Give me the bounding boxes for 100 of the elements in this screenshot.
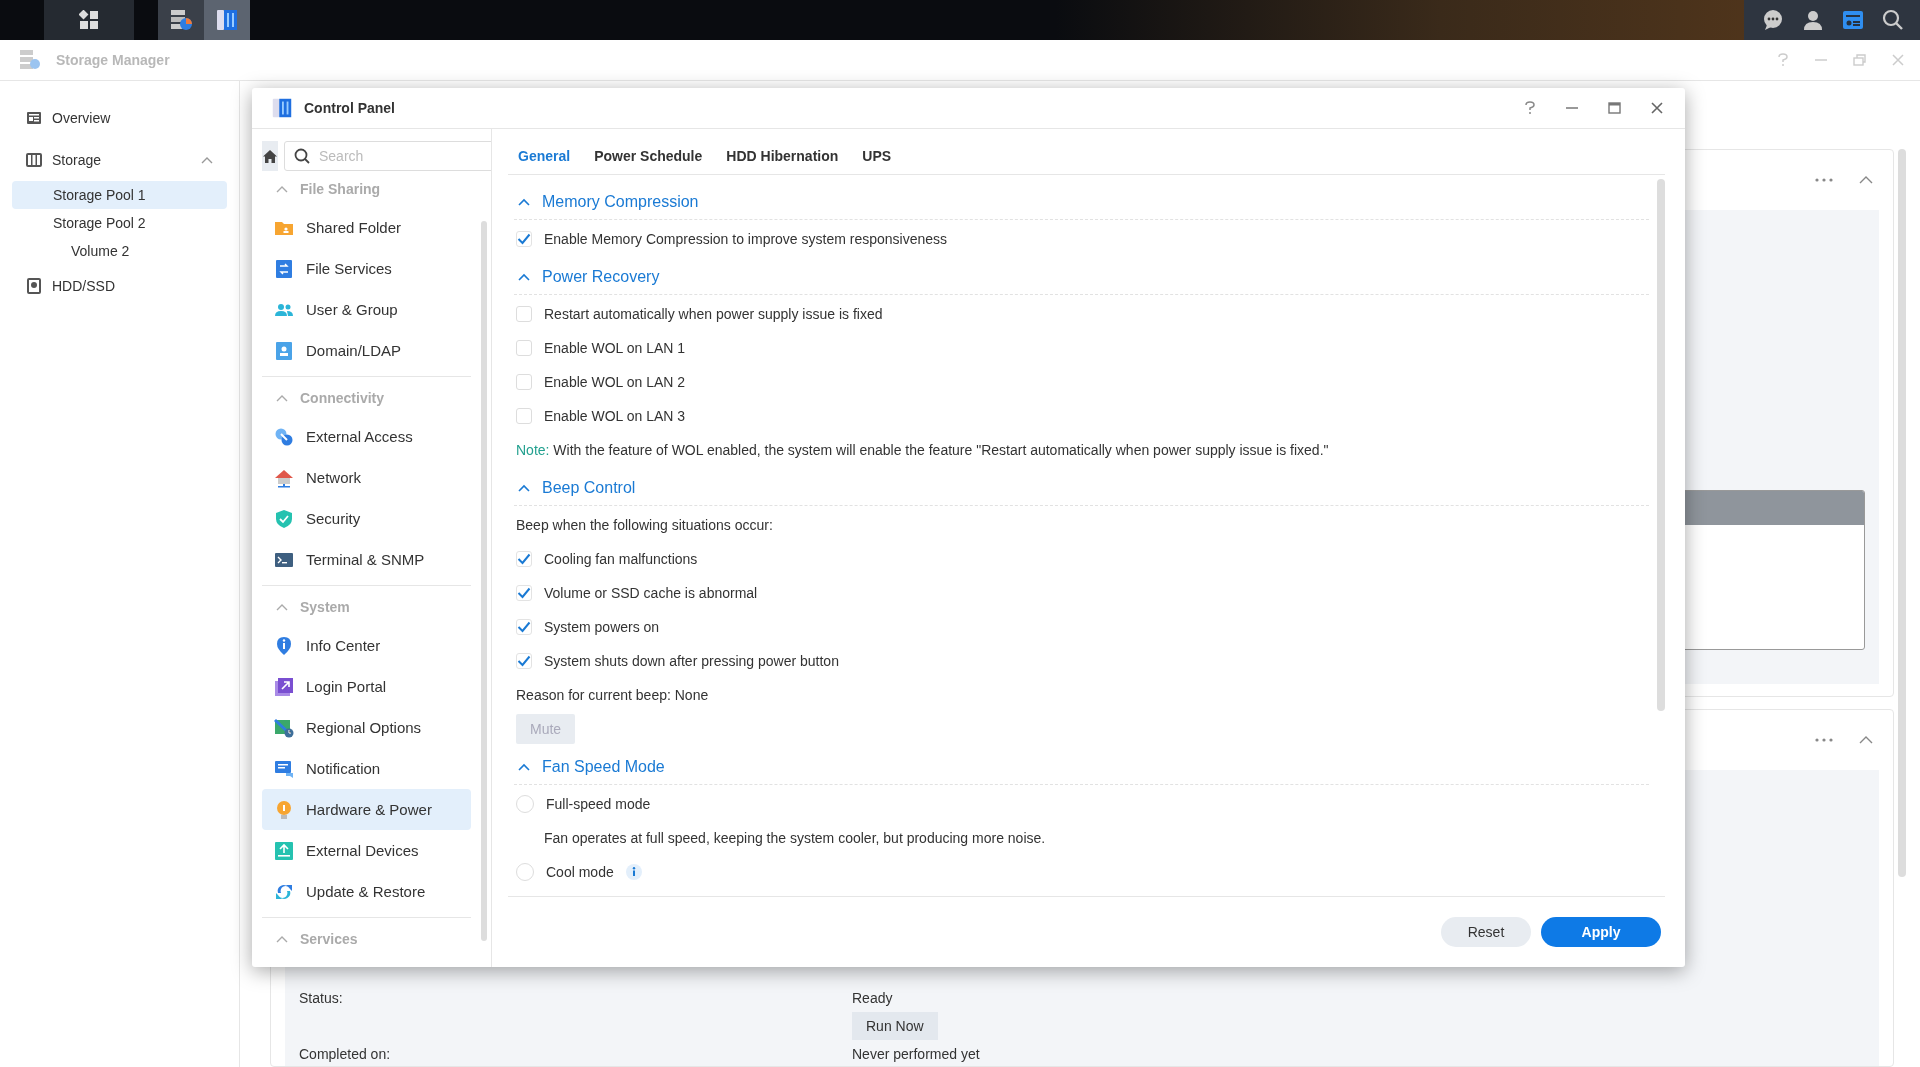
sidebar-item[interactable]: HDD/SSD: [12, 265, 227, 307]
user-icon[interactable]: [1802, 9, 1824, 31]
field-label: Completed on:: [299, 1046, 392, 1062]
nav-item[interactable]: User & Group: [262, 289, 471, 330]
overview-icon: [26, 110, 42, 126]
home-icon: [262, 148, 278, 164]
nav-item[interactable]: Login Portal: [262, 666, 471, 707]
chevron-icon[interactable]: [276, 394, 288, 402]
help-icon[interactable]: [1524, 101, 1536, 115]
tab[interactable]: Power Schedule: [594, 143, 703, 168]
home-button[interactable]: [262, 141, 278, 171]
widget-icon[interactable]: [1842, 9, 1864, 31]
tab[interactable]: HDD Hibernation: [726, 143, 839, 168]
field-value: Never performed yet: [852, 1046, 981, 1062]
checkbox-label[interactable]: Cooling fan malfunctions: [544, 551, 698, 567]
chevron-icon[interactable]: [276, 603, 288, 611]
checkbox-label[interactable]: System shuts down after pressing power button: [544, 653, 839, 669]
nav-item[interactable]: Notification: [262, 748, 471, 789]
checkbox-label[interactable]: System powers on: [544, 619, 660, 635]
window-title: Storage Manager: [56, 52, 170, 68]
checkbox-label[interactable]: Enable WOL on LAN 2: [544, 374, 686, 390]
checkbox-label[interactable]: Volume or SSD cache is abnormal: [544, 585, 758, 601]
more-icon[interactable]: [1815, 178, 1833, 182]
description-text: Reason for current beep: None: [515, 686, 710, 705]
section-heading[interactable]: Power Recovery: [542, 268, 660, 286]
storage-app-icon[interactable]: [158, 0, 204, 40]
collapse-icon[interactable]: [1859, 736, 1873, 744]
chat-icon[interactable]: [1762, 9, 1784, 31]
nav-item[interactable]: Domain/LDAP: [262, 330, 471, 371]
collapse-icon[interactable]: [1859, 176, 1873, 184]
search-icon[interactable]: [1882, 9, 1904, 31]
nav-item[interactable]: Terminal & SNMP: [262, 539, 471, 580]
sidebar-item[interactable]: Storage: [12, 139, 227, 181]
radio-label[interactable]: Full-speed mode: [546, 796, 651, 812]
checkbox-label[interactable]: Restart automatically when power supply issue is fixed: [544, 306, 883, 322]
radio-label[interactable]: Cool mode: [546, 864, 614, 880]
checkbox[interactable]: [516, 231, 532, 247]
checkbox[interactable]: [516, 653, 532, 669]
control-panel-app-icon[interactable]: [204, 0, 250, 40]
tab[interactable]: General: [518, 143, 571, 168]
nav-item[interactable]: Update & Restore: [262, 871, 471, 912]
chevron-icon[interactable]: [518, 484, 530, 492]
contact-card-icon: [274, 340, 294, 361]
maximize-icon[interactable]: [1608, 102, 1621, 114]
tab[interactable]: UPS: [862, 143, 892, 168]
checkbox-label[interactable]: Enable Memory Compression to improve system responsiveness: [544, 231, 948, 247]
run-now-button[interactable]: Run Now: [852, 1012, 938, 1040]
chevron-icon[interactable]: [518, 763, 530, 771]
more-icon[interactable]: [1815, 738, 1833, 742]
scrollbar[interactable]: [1898, 149, 1906, 877]
sidebar-item[interactable]: Volume 2: [12, 237, 227, 265]
sidebar-item[interactable]: Storage Pool 2: [12, 209, 227, 237]
main-menu-icon[interactable]: [44, 0, 134, 40]
scrollbar[interactable]: [1657, 179, 1665, 711]
nav-item[interactable]: External Access: [262, 416, 471, 457]
chevron-icon[interactable]: [518, 273, 530, 281]
nav-item[interactable]: Network: [262, 457, 471, 498]
info-icon: [274, 635, 294, 656]
chevron-icon[interactable]: [518, 198, 530, 206]
lightbulb-icon: [274, 799, 294, 820]
nav-item[interactable]: Hardware & Power: [262, 789, 471, 830]
map-clock-icon: [274, 717, 294, 738]
checkbox[interactable]: [516, 619, 532, 635]
storage-manager-icon: [18, 48, 42, 72]
transfer-icon: [274, 258, 294, 279]
nav-item[interactable]: Shared Folder: [262, 207, 471, 248]
checkbox[interactable]: [516, 306, 532, 322]
checkbox[interactable]: [516, 340, 532, 356]
chevron-icon[interactable]: [276, 185, 288, 193]
checkbox-label[interactable]: Enable WOL on LAN 3: [544, 408, 686, 424]
portal-icon: [274, 676, 294, 697]
sidebar-item[interactable]: Overview: [12, 97, 227, 139]
close-icon[interactable]: [1651, 102, 1663, 114]
reset-button[interactable]: Reset: [1441, 917, 1531, 947]
chevron-icon[interactable]: [276, 935, 288, 943]
nav-item[interactable]: Info Center: [262, 625, 471, 666]
upload-icon: [274, 840, 294, 861]
apply-button[interactable]: Apply: [1541, 917, 1661, 947]
house-icon: [274, 467, 294, 488]
sidebar-item[interactable]: Storage Pool 1: [12, 181, 227, 209]
chevron-icon[interactable]: [201, 156, 213, 164]
section-heading[interactable]: Beep Control: [542, 479, 636, 497]
info-icon[interactable]: [625, 864, 642, 880]
checkbox[interactable]: [516, 408, 532, 424]
nav-item[interactable]: File Services: [262, 248, 471, 289]
search-icon: [294, 148, 310, 164]
checkbox-label[interactable]: Enable WOL on LAN 1: [544, 340, 686, 356]
section-heading[interactable]: Memory Compression: [542, 193, 699, 211]
nav-item[interactable]: Regional Options: [262, 707, 471, 748]
checkbox[interactable]: [516, 374, 532, 390]
control-panel-icon: [270, 96, 294, 120]
nav-item[interactable]: External Devices: [262, 830, 471, 871]
nav-item[interactable]: Security: [262, 498, 471, 539]
section-heading[interactable]: Fan Speed Mode: [542, 758, 665, 776]
search-field[interactable]: Search: [284, 141, 491, 171]
checkbox[interactable]: [516, 585, 532, 601]
note-text: Note: With the feature of WOL enabled, the system will enable the feature "Restart automatically when power supply issue is fixed.": [515, 441, 1330, 460]
checkbox[interactable]: [516, 551, 532, 567]
scrollbar[interactable]: [481, 221, 487, 941]
field-label: Status:: [299, 990, 344, 1006]
